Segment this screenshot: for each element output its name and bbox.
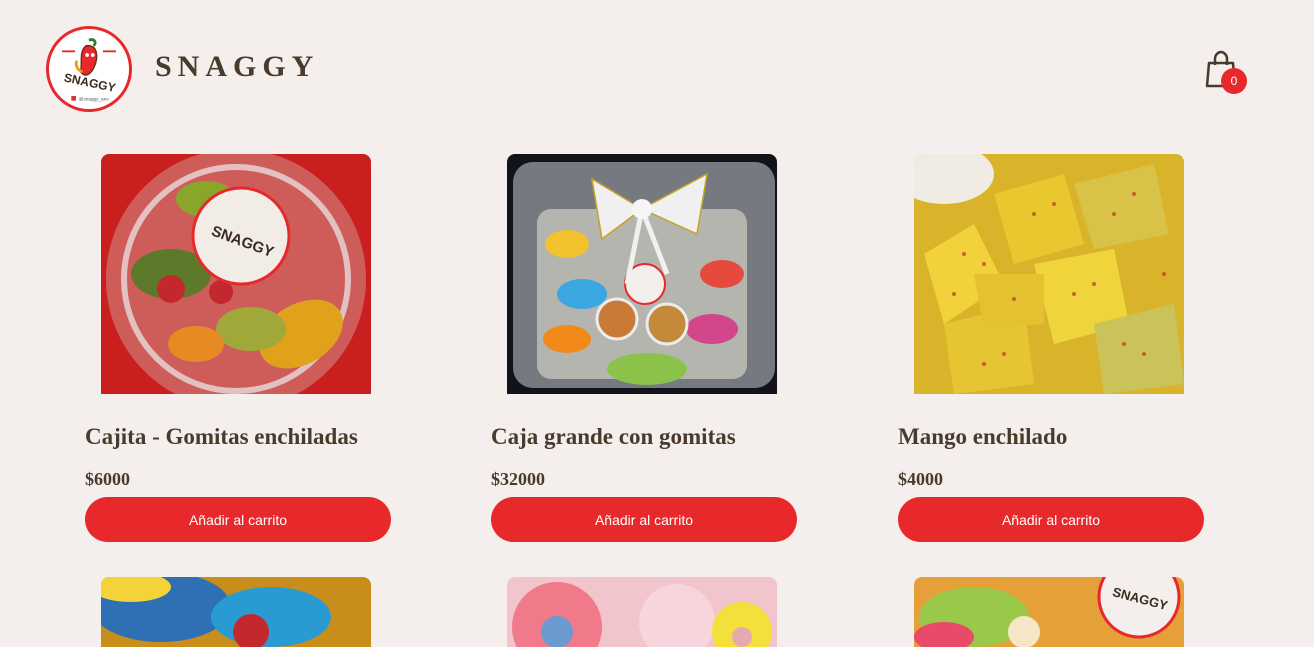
chili-logo-icon: SNAGGY @snaggy_ano bbox=[62, 38, 117, 102]
product-title[interactable]: Caja grande con gomitas bbox=[491, 424, 736, 450]
brand-name[interactable]: SNAGGY bbox=[155, 50, 319, 84]
gummies-box-image bbox=[507, 154, 777, 394]
add-to-cart-button[interactable]: Añadir al carrito bbox=[491, 497, 797, 542]
sour-candy-image bbox=[101, 577, 371, 647]
product-image[interactable] bbox=[507, 577, 777, 647]
cart-count-badge: 0 bbox=[1221, 68, 1247, 94]
product-image[interactable]: SNAGGY bbox=[101, 154, 371, 394]
product-image[interactable] bbox=[507, 154, 777, 394]
brand-logo[interactable]: SNAGGY @snaggy_ano bbox=[46, 26, 132, 112]
gummies-cup-image: SNAGGY bbox=[101, 154, 371, 394]
gummy-rings-image bbox=[507, 577, 777, 647]
product-price: $6000 bbox=[85, 469, 130, 489]
product-price: $32000 bbox=[491, 469, 545, 489]
site-header: SNAGGY @snaggy_ano SNAGGY 0 bbox=[0, 0, 1314, 140]
add-to-cart-button[interactable]: Añadir al carrito bbox=[898, 497, 1204, 542]
cart-button[interactable]: 0 bbox=[1204, 50, 1248, 96]
product-image[interactable]: SNAGGY bbox=[914, 577, 1184, 647]
mango-image bbox=[914, 154, 1184, 394]
product-title[interactable]: Mango enchilado bbox=[898, 424, 1067, 450]
product-price: $4000 bbox=[898, 469, 943, 489]
candy-bag-image: SNAGGY bbox=[914, 577, 1184, 647]
product-image[interactable] bbox=[101, 577, 371, 647]
product-image[interactable] bbox=[914, 154, 1184, 394]
product-title[interactable]: Cajita - Gomitas enchiladas bbox=[85, 424, 358, 450]
add-to-cart-button[interactable]: Añadir al carrito bbox=[85, 497, 391, 542]
logo-handle: @snaggy_ano bbox=[79, 97, 109, 102]
